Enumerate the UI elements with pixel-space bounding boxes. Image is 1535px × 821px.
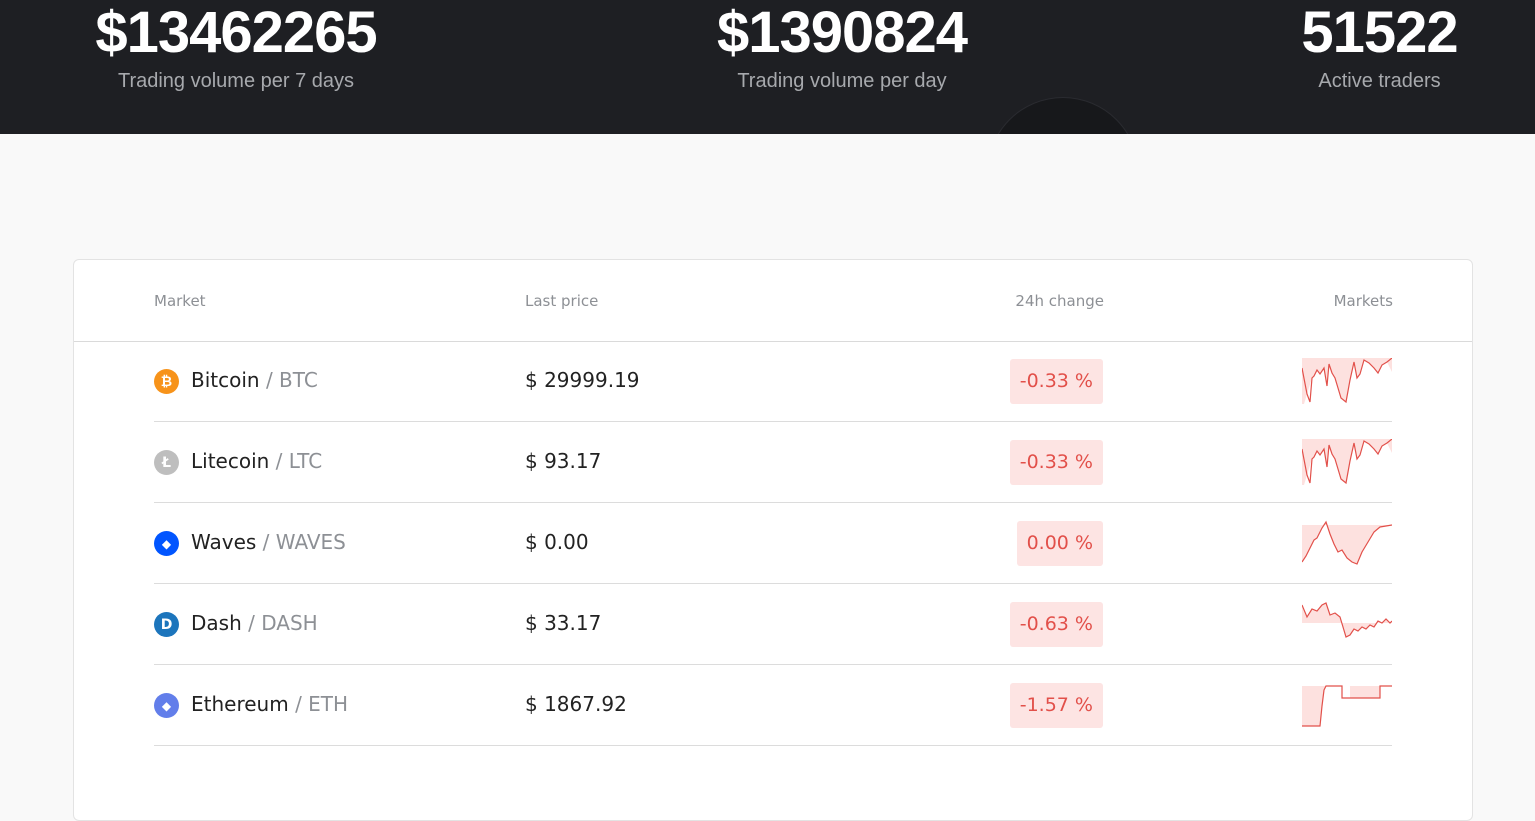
table-row-ltc[interactable]: Ł Litecoin / LTC $ 93.17 -0.33 % bbox=[154, 422, 1392, 503]
waves-icon: ◆ bbox=[154, 531, 179, 556]
market-name: Waves / WAVES bbox=[191, 530, 346, 554]
coin-symbol: DASH bbox=[261, 611, 318, 635]
stat-value: $13462265 bbox=[95, 0, 377, 65]
stat-daily-volume: $1390824 Trading volume per day bbox=[672, 0, 1012, 93]
sparkline-chart bbox=[1302, 602, 1392, 638]
stat-weekly-volume: $13462265 Trading volume per 7 days bbox=[60, 0, 412, 93]
sparkline-fill bbox=[1302, 603, 1392, 637]
coin-full-name: Waves bbox=[191, 530, 257, 554]
decorative-circle bbox=[988, 98, 1138, 134]
last-price: $ 93.17 bbox=[525, 449, 602, 473]
change-badge: -0.33 % bbox=[1009, 359, 1103, 404]
change-badge: -0.63 % bbox=[1009, 602, 1103, 647]
litecoin-icon: Ł bbox=[154, 450, 179, 475]
header-markets[interactable]: Markets bbox=[1334, 292, 1393, 310]
sparkline-chart bbox=[1302, 685, 1392, 727]
table-row-btc[interactable]: ₿ Bitcoin / BTC $ 29999.19 -0.33 % bbox=[154, 341, 1392, 422]
coin-full-name: Ethereum bbox=[191, 692, 289, 716]
coin-full-name: Litecoin bbox=[191, 449, 270, 473]
change-badge: -1.57 % bbox=[1009, 683, 1103, 728]
stat-active-traders: 51522 Active traders bbox=[1262, 0, 1497, 93]
sparkline-chart bbox=[1302, 358, 1392, 404]
last-price: $ 0.00 bbox=[525, 530, 589, 554]
table-row-waves[interactable]: ◆ Waves / WAVES $ 0.00 0.00 % bbox=[154, 503, 1392, 584]
change-badge: -0.33 % bbox=[1009, 440, 1103, 485]
market-name: Litecoin / LTC bbox=[191, 449, 323, 473]
stat-label: Trading volume per 7 days bbox=[117, 70, 355, 92]
last-price: $ 1867.92 bbox=[525, 692, 627, 716]
markets-card: Market Last price 24h change Markets ₿ B… bbox=[73, 259, 1473, 821]
coin-full-name: Dash bbox=[191, 611, 242, 635]
market-name: Ethereum / ETH bbox=[191, 692, 349, 716]
sparkline-fill bbox=[1302, 686, 1392, 726]
stats-banner: $13462265 Trading volume per 7 days $139… bbox=[0, 0, 1535, 134]
header-24h-change[interactable]: 24h change bbox=[1015, 292, 1104, 310]
stat-label: Trading volume per day bbox=[737, 70, 947, 92]
dash-icon: D bbox=[154, 612, 179, 637]
header-market[interactable]: Market bbox=[154, 292, 206, 310]
header-last-price[interactable]: Last price bbox=[525, 292, 598, 310]
table-row-dash[interactable]: D Dash / DASH $ 33.17 -0.63 % bbox=[154, 584, 1392, 665]
coin-symbol: LTC bbox=[288, 449, 323, 473]
coin-symbol: ETH bbox=[308, 692, 349, 716]
coin-full-name: Bitcoin bbox=[191, 368, 260, 392]
market-name: Dash / DASH bbox=[191, 611, 318, 635]
stat-value: $1390824 bbox=[716, 0, 968, 65]
stat-value: 51522 bbox=[1301, 0, 1458, 65]
coin-symbol: WAVES bbox=[275, 530, 346, 554]
coin-symbol: BTC bbox=[279, 368, 318, 392]
bitcoin-icon: ₿ bbox=[154, 369, 179, 394]
sparkline-chart bbox=[1302, 439, 1392, 485]
table-row-eth[interactable]: ◆ Ethereum / ETH $ 1867.92 -1.57 % bbox=[154, 665, 1392, 746]
change-badge: 0.00 % bbox=[1016, 521, 1103, 566]
market-name: Bitcoin / BTC bbox=[191, 368, 318, 392]
stat-label: Active traders bbox=[1318, 70, 1441, 92]
last-price: $ 33.17 bbox=[525, 611, 602, 635]
ethereum-icon: ◆ bbox=[154, 693, 179, 718]
last-price: $ 29999.19 bbox=[525, 368, 640, 392]
sparkline-chart bbox=[1302, 520, 1392, 565]
table-header: Market Last price 24h change Markets bbox=[74, 260, 1472, 342]
